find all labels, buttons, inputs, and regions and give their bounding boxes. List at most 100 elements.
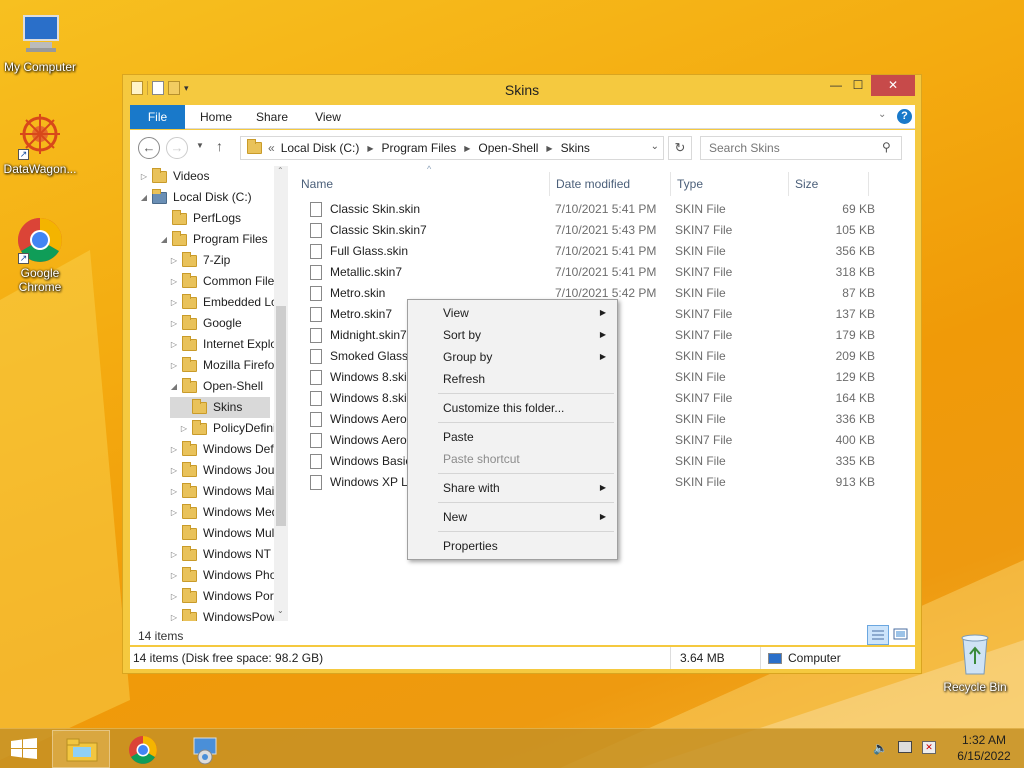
file-row[interactable]: Classic Skin.skin7 7/10/2021 5:43 PM SKIN7… xyxy=(310,220,875,241)
help-icon[interactable]: ? xyxy=(897,109,912,124)
up-button[interactable]: ↑ xyxy=(216,138,223,154)
maximize-button[interactable]: ☐ xyxy=(845,75,871,96)
chevron-right-icon[interactable]: ▶ xyxy=(546,144,552,153)
expand-arrow-icon[interactable]: ◢ xyxy=(138,187,150,208)
tree-item[interactable]: ▷ Videos xyxy=(138,166,209,187)
tree-item[interactable]: ▷ Internet Explorer xyxy=(168,334,288,355)
clock[interactable]: 1:32 AM 6/15/2022 xyxy=(952,733,1016,763)
expand-arrow-icon[interactable]: ▷ xyxy=(168,565,180,586)
desktop-icon-datawagon[interactable]: ↗ DataWagon... xyxy=(0,112,80,176)
file-row[interactable]: Metallic.skin7 7/10/2021 5:41 PM SKIN7 Fil… xyxy=(310,262,875,283)
chrome-button[interactable] xyxy=(114,730,172,768)
breadcrumb-local-disk[interactable]: Local Disk (C:) xyxy=(281,141,360,155)
breadcrumb-open-shell[interactable]: Open-Shell xyxy=(478,141,538,155)
tree-item[interactable]: PerfLogs xyxy=(158,208,241,229)
expand-ribbon-icon[interactable]: ⌄ xyxy=(878,109,886,120)
chevron-right-icon[interactable]: ▶ xyxy=(464,144,470,153)
tree-item[interactable]: ▷Windows Portable Devices xyxy=(168,586,288,607)
menu-item-share-with[interactable]: Share with ▶ xyxy=(409,477,616,499)
chevron-down-icon[interactable]: ⌄ xyxy=(651,141,659,152)
expand-arrow-icon[interactable]: ▷ xyxy=(168,250,180,271)
expand-arrow-icon[interactable]: ▷ xyxy=(168,481,180,502)
expand-arrow-icon[interactable]: ▷ xyxy=(168,292,180,313)
column-header-date[interactable]: Date modified xyxy=(550,172,671,196)
expand-arrow-icon[interactable]: ▷ xyxy=(168,313,180,334)
menu-item-new[interactable]: New ▶ xyxy=(409,506,616,528)
control-panel-button[interactable] xyxy=(176,730,234,768)
expand-arrow-icon[interactable]: ◢ xyxy=(158,229,170,250)
expand-arrow-icon[interactable]: ▷ xyxy=(168,334,180,355)
menu-item-view[interactable]: View ▶ xyxy=(409,302,616,324)
expand-arrow-icon[interactable]: ▷ xyxy=(168,586,180,607)
search-icon[interactable]: ⚲ xyxy=(882,140,891,154)
expand-arrow-icon[interactable]: ▷ xyxy=(178,418,190,439)
close-button[interactable]: ✕ xyxy=(871,75,915,96)
tree-item[interactable]: ▷Embedded Lockdown Manager xyxy=(168,292,288,313)
forward-button[interactable]: → xyxy=(166,137,188,159)
tab-file[interactable]: File xyxy=(130,105,185,129)
menu-item-paste[interactable]: Paste xyxy=(409,426,616,448)
expand-arrow-icon[interactable]: ▷ xyxy=(168,607,180,621)
window-titlebar[interactable]: ▾ Skins — ☐ ✕ xyxy=(123,75,921,105)
expand-arrow-icon[interactable]: ▷ xyxy=(168,460,180,481)
action-center-icon[interactable]: ✕ xyxy=(922,741,936,754)
desktop-icon-my-computer[interactable]: My Computer xyxy=(0,10,80,74)
tree-item[interactable]: ▷PolicyDefinitions xyxy=(178,418,288,439)
chevron-right-icon[interactable]: ▶ xyxy=(367,144,373,153)
file-row[interactable]: Full Glass.skin 7/10/2021 5:41 PM SKIN Fil… xyxy=(310,241,875,262)
column-header-size[interactable]: Size xyxy=(789,172,869,196)
tree-item[interactable]: ▷ Mozilla Firefox xyxy=(168,355,280,376)
expand-arrow-icon[interactable]: ◢ xyxy=(168,376,180,397)
expand-arrow-icon[interactable]: ▷ xyxy=(168,439,180,460)
scroll-up-icon[interactable]: ⌃ xyxy=(277,166,284,175)
scroll-down-icon[interactable]: ⌄ xyxy=(277,606,284,615)
tab-home[interactable]: Home xyxy=(192,105,240,129)
back-button[interactable]: ← xyxy=(138,137,160,159)
expand-arrow-icon[interactable]: ▷ xyxy=(168,544,180,565)
start-button[interactable] xyxy=(10,738,38,763)
refresh-button[interactable]: ↻ xyxy=(668,136,692,160)
tree-item[interactable]: ◢ Local Disk (C:) xyxy=(138,187,252,208)
tab-share[interactable]: Share xyxy=(248,105,296,129)
breadcrumb-skins[interactable]: Skins xyxy=(561,141,590,155)
desktop-icon-google-chrome[interactable]: ↗ Google Chrome xyxy=(0,216,80,294)
tree-item[interactable]: ▷Windows Media Player xyxy=(168,502,288,523)
volume-muted-icon[interactable]: 🔈 xyxy=(873,741,888,755)
expand-arrow-icon[interactable]: ▷ xyxy=(168,502,180,523)
tree-item[interactable]: ▷ 7-Zip xyxy=(168,250,230,271)
tab-view[interactable]: View xyxy=(304,105,352,129)
menu-item-sort-by[interactable]: Sort by ▶ xyxy=(409,324,616,346)
tree-item[interactable]: ▷Windows Defender xyxy=(168,439,288,460)
tree-item[interactable]: ▷Windows Photo Viewer xyxy=(168,565,288,586)
menu-item-group-by[interactable]: Group by ▶ xyxy=(409,346,616,368)
address-overflow[interactable]: « xyxy=(268,141,275,155)
file-explorer-button[interactable] xyxy=(52,730,110,768)
scrollbar-thumb[interactable] xyxy=(276,306,286,526)
tree-item[interactable]: ▷ Windows Mail xyxy=(168,481,277,502)
tree-item[interactable]: ▷ Windows NT xyxy=(168,544,271,565)
menu-item-refresh[interactable]: Refresh xyxy=(409,368,616,390)
network-icon[interactable] xyxy=(898,741,912,753)
expand-arrow-icon[interactable]: ▷ xyxy=(168,355,180,376)
expand-arrow-icon[interactable]: ▷ xyxy=(168,271,180,292)
desktop-icon-recycle-bin[interactable]: Recycle Bin xyxy=(935,630,1015,694)
menu-item-customize-this-folder[interactable]: Customize this folder... xyxy=(409,397,616,419)
tree-item[interactable]: ▷ Google xyxy=(168,313,242,334)
address-bar[interactable]: « Local Disk (C:) ▶ Program Files ▶ Open… xyxy=(240,136,664,160)
tree-item[interactable]: ▷WindowsPowerShell xyxy=(168,607,288,621)
breadcrumb-program-files[interactable]: Program Files xyxy=(382,141,457,155)
recent-locations-icon[interactable]: ▼ xyxy=(196,141,204,150)
column-header-name[interactable]: Name xyxy=(295,172,550,196)
tree-item[interactable]: Windows Multimedia Platform xyxy=(168,523,288,544)
tree-item[interactable]: ▷ Common Files xyxy=(168,271,280,292)
large-icons-view-button[interactable] xyxy=(890,625,912,645)
tree-item[interactable]: Skins xyxy=(170,397,270,418)
column-header-type[interactable]: Type xyxy=(671,172,789,196)
menu-item-properties[interactable]: Properties xyxy=(409,535,616,557)
file-row[interactable]: Classic Skin.skin 7/10/2021 5:41 PM SKIN F… xyxy=(310,199,875,220)
tree-item[interactable]: ▷ Windows Journal xyxy=(168,460,288,481)
tree-item[interactable]: ◢ Open-Shell xyxy=(168,376,263,397)
navigation-pane-scrollbar[interactable]: ⌃ ⌄ xyxy=(274,166,288,621)
tree-item[interactable]: ◢ Program Files xyxy=(158,229,268,250)
expand-arrow-icon[interactable]: ▷ xyxy=(138,166,150,187)
